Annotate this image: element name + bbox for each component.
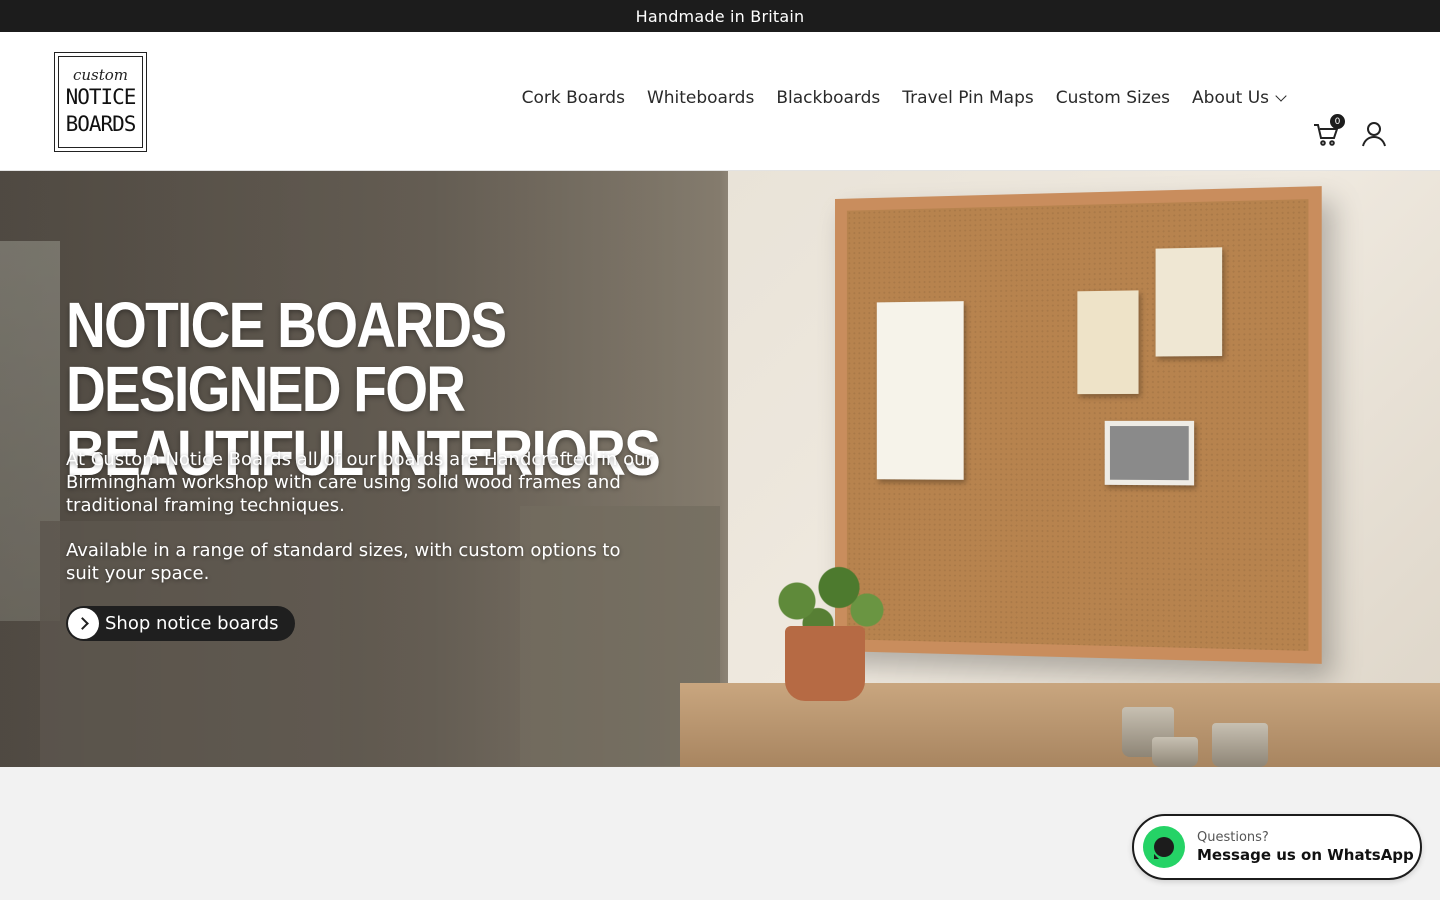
hero-cork-board-image (835, 186, 1322, 664)
nav-item-about-us[interactable]: About Us (1192, 88, 1285, 108)
logo-script-text: custom (73, 67, 128, 84)
whatsapp-chat-button[interactable]: Questions? Message us on WhatsApp (1132, 814, 1422, 880)
main-nav: Cork Boards Whiteboards Blackboards Trav… (522, 88, 1285, 108)
nav-item-custom-sizes[interactable]: Custom Sizes (1056, 88, 1170, 108)
nav-item-whiteboards[interactable]: Whiteboards (647, 88, 754, 108)
cta-label: Shop notice boards (105, 613, 279, 634)
user-icon (1360, 120, 1388, 148)
chat-bubble-icon (1154, 837, 1174, 857)
hero-mug-3 (1152, 737, 1198, 767)
board-botanical-print-2 (1156, 247, 1223, 356)
logo-word-boards: BOARDS (66, 111, 136, 138)
cart-button[interactable]: 0 (1312, 120, 1340, 148)
cart-count-badge: 0 (1330, 114, 1345, 129)
nav-item-travel-pin-maps[interactable]: Travel Pin Maps (902, 88, 1033, 108)
announcement-bar: Handmade in Britain (0, 0, 1440, 32)
hero-title-line-1: NOTICE BOARDS DESIGNED FOR (66, 289, 505, 425)
board-botanical-print-1 (1077, 290, 1138, 394)
nav-item-cork-boards[interactable]: Cork Boards (522, 88, 625, 108)
hero-paragraph-1: At Custom Notice Boards all of our board… (66, 448, 686, 517)
cta-icon-circle (68, 608, 99, 639)
shop-notice-boards-button[interactable]: Shop notice boards (66, 606, 295, 641)
board-family-photo (1105, 421, 1194, 486)
account-button[interactable] (1360, 120, 1388, 148)
logo-word-notice: NOTICE (66, 84, 136, 111)
hero-mug-2 (1212, 723, 1268, 767)
nav-item-about-us-label: About Us (1192, 88, 1269, 108)
logo-inner-frame: custom NOTICE BOARDS (58, 56, 143, 148)
whatsapp-message-label: Message us on WhatsApp (1197, 846, 1414, 865)
chevron-down-icon (1275, 90, 1286, 101)
whatsapp-text-group: Questions? Message us on WhatsApp (1197, 830, 1414, 865)
announcement-text: Handmade in Britain (636, 7, 805, 26)
hero-banner: NOTICE BOARDS DESIGNED FOR BEAUTIFUL INT… (0, 171, 1440, 767)
hero-plant-pot (785, 626, 865, 701)
chevron-right-icon (76, 617, 89, 630)
site-logo[interactable]: custom NOTICE BOARDS (54, 52, 147, 152)
nav-item-blackboards[interactable]: Blackboards (776, 88, 880, 108)
board-calendar-paper (877, 301, 964, 480)
site-header: custom NOTICE BOARDS Cork Boards Whitebo… (0, 32, 1440, 171)
whatsapp-icon (1143, 826, 1185, 868)
whatsapp-questions-label: Questions? (1197, 830, 1414, 846)
hero-paragraph-2: Available in a range of standard sizes, … (66, 539, 626, 585)
